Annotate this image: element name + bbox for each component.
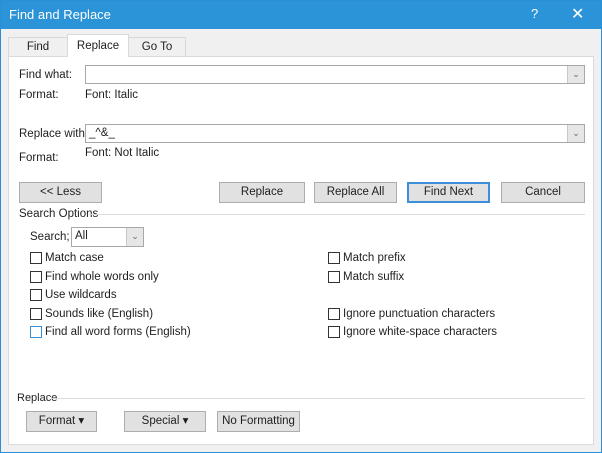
ignore-whitespace-checkbox[interactable]: [328, 326, 340, 338]
format-button[interactable]: Format ▾: [26, 411, 97, 432]
word-forms-checkbox[interactable]: [30, 326, 42, 338]
find-what-input[interactable]: ⌄: [85, 65, 585, 84]
word-forms-label: Find all word forms (English): [45, 326, 191, 338]
replace-with-value: _^&_: [89, 127, 115, 139]
match-prefix-label: Match prefix: [343, 252, 406, 264]
chevron-down-icon[interactable]: ⌄: [567, 66, 584, 83]
replace-with-input[interactable]: _^&_ ⌄: [85, 124, 585, 143]
search-label: Search;: [30, 231, 70, 243]
ignore-whitespace-label: Ignore white-space characters: [343, 326, 497, 338]
sounds-like-checkbox[interactable]: [30, 308, 42, 320]
help-icon[interactable]: ?: [531, 6, 538, 21]
match-case-label: Match case: [45, 252, 104, 264]
no-formatting-button[interactable]: No Formatting: [217, 411, 300, 432]
search-options-heading: Search Options: [19, 208, 98, 220]
tab-find[interactable]: Find: [8, 37, 68, 56]
cancel-button[interactable]: Cancel: [501, 182, 585, 203]
find-next-button[interactable]: Find Next: [407, 182, 490, 203]
ignore-punctuation-label: Ignore punctuation characters: [343, 308, 495, 320]
match-suffix-checkbox[interactable]: [328, 271, 340, 283]
find-format-label: Format:: [19, 89, 59, 101]
special-button[interactable]: Special ▾: [124, 411, 206, 432]
chevron-down-icon[interactable]: ⌄: [567, 125, 584, 142]
wildcards-label: Use wildcards: [45, 289, 117, 301]
less-button[interactable]: << Less: [19, 182, 102, 203]
replace-with-label: Replace with:: [19, 128, 88, 140]
search-direction-select[interactable]: All ⌄: [71, 227, 144, 247]
tab-panel: [8, 56, 594, 445]
divider: [89, 214, 585, 215]
match-case-checkbox[interactable]: [30, 252, 42, 264]
dialog-title: Find and Replace: [9, 7, 111, 22]
tab-go-to[interactable]: Go To: [128, 37, 186, 56]
ignore-punctuation-checkbox[interactable]: [328, 308, 340, 320]
chevron-down-icon[interactable]: ⌄: [126, 228, 143, 246]
wildcards-checkbox[interactable]: [30, 289, 42, 301]
replace-all-button[interactable]: Replace All: [314, 182, 397, 203]
divider: [51, 398, 585, 399]
sounds-like-label: Sounds like (English): [45, 308, 153, 320]
replace-button[interactable]: Replace: [219, 182, 305, 203]
close-icon[interactable]: ✕: [571, 4, 584, 24]
tab-replace[interactable]: Replace: [67, 34, 129, 57]
find-what-label: Find what:: [19, 69, 72, 81]
replace-format-value: Font: Not Italic: [85, 147, 159, 159]
search-direction-value: All: [75, 230, 88, 242]
match-prefix-checkbox[interactable]: [328, 252, 340, 264]
replace-format-label: Format:: [19, 152, 59, 164]
match-suffix-label: Match suffix: [343, 271, 404, 283]
find-replace-dialog: Find and Replace ? ✕ Find Replace Go To …: [0, 0, 602, 453]
find-format-value: Font: Italic: [85, 89, 138, 101]
whole-words-label: Find whole words only: [45, 271, 159, 283]
title-bar: Find and Replace ? ✕: [1, 1, 601, 29]
whole-words-checkbox[interactable]: [30, 271, 42, 283]
